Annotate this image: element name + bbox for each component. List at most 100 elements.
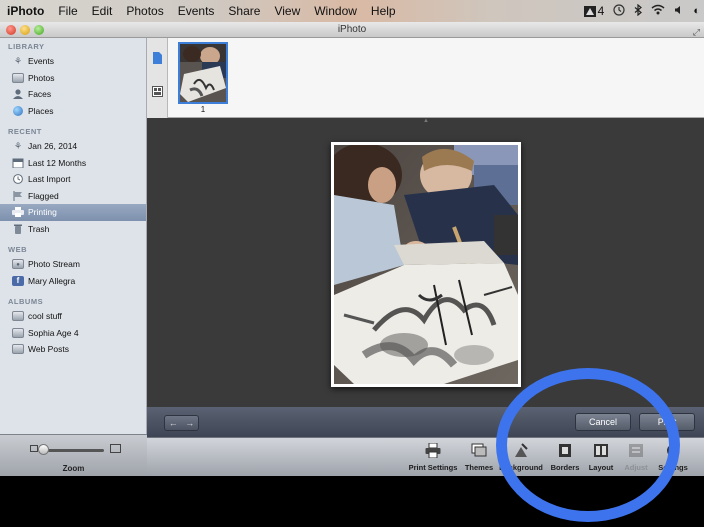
themes-icon (471, 443, 487, 458)
project-tool-strip (147, 38, 168, 118)
album-icon (12, 344, 24, 354)
facebook-icon: f (12, 275, 24, 286)
sidebar-item-sophia-age-4[interactable]: Sophia Age 4 (0, 325, 146, 342)
menu-edit[interactable]: Edit (85, 4, 120, 18)
bluetooth-icon[interactable] (634, 3, 643, 19)
sidebar-item-faces[interactable]: Faces (0, 86, 146, 103)
wifi-icon[interactable] (651, 4, 665, 18)
photos-icon (12, 72, 24, 83)
menu-file[interactable]: File (51, 4, 84, 18)
zoom-window-button[interactable] (34, 25, 44, 35)
sidebar-item-trash[interactable]: Trash (0, 221, 146, 238)
minimize-window-button[interactable] (20, 25, 30, 35)
sidebar-item-last-import[interactable]: Last Import (0, 171, 146, 188)
print-page[interactable] (331, 142, 521, 387)
page-navigation: ← → (164, 415, 199, 431)
sidebar-item-label: Trash (28, 223, 50, 234)
clock-icon (12, 174, 24, 184)
window-title: iPhoto (337, 24, 367, 35)
sidebar-item-label: Jan 26, 2014 (28, 141, 78, 152)
sidebar-item-label: Last 12 Months (28, 157, 87, 168)
print-photo[interactable] (334, 145, 518, 384)
volume-icon[interactable] (674, 4, 684, 18)
album-icon (12, 311, 24, 321)
sidebar-item-label: Mary Allegra (28, 275, 76, 286)
menu-help[interactable]: Help (364, 4, 403, 18)
app-menu[interactable]: iPhoto (0, 4, 51, 18)
zoom-label: Zoom (62, 464, 85, 473)
sidebar-item-flagged[interactable]: Flagged (0, 188, 146, 205)
sidebar-item-label: Sophia Age 4 (28, 327, 79, 338)
window-title-bar: iPhoto ⤢ (0, 22, 704, 38)
resize-grip-icon[interactable]: ▲ (423, 118, 429, 124)
thumbnail-image (180, 44, 226, 102)
themes-button[interactable]: Themes (461, 438, 497, 477)
thumbnail-page-number: 1 (200, 105, 206, 114)
sidebar-item-label: cool stuff (28, 311, 62, 322)
previous-page-icon[interactable]: ← (165, 416, 182, 430)
print-settings-button[interactable]: Print Settings (403, 438, 463, 477)
menu-window[interactable]: Window (307, 4, 364, 18)
trash-icon (12, 224, 24, 234)
layout-pages-icon[interactable] (152, 86, 163, 97)
toolbar-label: Themes (464, 463, 494, 472)
sidebar-item-printing[interactable]: Printing (0, 204, 146, 221)
filmstrip: 1 (168, 38, 704, 118)
section-heading-library: LIBRARY (8, 42, 45, 51)
zoom-in-icon[interactable] (110, 444, 121, 453)
sidebar-item-events[interactable]: ⚘ Events (0, 53, 146, 70)
close-window-button[interactable] (6, 25, 16, 35)
sidebar-item-jan-26-2014[interactable]: ⚘ Jan 26, 2014 (0, 138, 146, 155)
zoom-slider-knob[interactable] (38, 444, 49, 455)
annotation-highlight-circle (496, 368, 680, 522)
status-area: 4 ◐ (583, 0, 704, 22)
time-machine-icon[interactable] (613, 3, 625, 19)
toolbar-label: Print Settings (408, 463, 458, 472)
sidebar-item-label: Printing (28, 207, 57, 218)
menu-bar: iPhoto File Edit Photos Events Share Vie… (0, 0, 704, 22)
section-heading-recent: RECENT (8, 127, 42, 136)
adobe-icon[interactable]: 4 (583, 4, 605, 18)
sidebar-item-places[interactable]: Places (0, 103, 146, 120)
palm-tree-icon: ⚘ (13, 56, 23, 66)
sidebar-item-label: Events (28, 56, 54, 67)
menu-extra-icon[interactable]: ◐ (693, 5, 700, 17)
sidebar-item-cool-stuff[interactable]: cool stuff (0, 308, 146, 325)
globe-icon (13, 105, 23, 116)
sidebar-item-label: Web Posts (28, 344, 69, 355)
sidebar-item-label: Flagged (28, 190, 59, 201)
menu-events[interactable]: Events (171, 4, 222, 18)
badge-count: 4 (597, 4, 605, 18)
sidebar-item-label: Faces (28, 89, 52, 100)
palm-tree-icon: ⚘ (13, 141, 23, 151)
calendar-icon (12, 158, 24, 168)
sidebar-item-photos[interactable]: Photos (0, 70, 146, 87)
photo-stream-icon: ● (12, 259, 24, 269)
sidebar-item-last-12-months[interactable]: Last 12 Months (0, 155, 146, 172)
printer-icon (425, 442, 441, 459)
sidebar-item-photo-stream[interactable]: ● Photo Stream (0, 256, 146, 273)
zoom-control-bar: Zoom (0, 434, 147, 476)
document-icon[interactable] (152, 52, 163, 64)
flag-icon (12, 190, 24, 201)
source-list-sidebar: LIBRARY ⚘ Events Photos Faces Places REC… (0, 38, 147, 434)
sidebar-item-label: Photos (28, 72, 55, 83)
sidebar-item-mary-allegra[interactable]: f Mary Allegra (0, 273, 146, 290)
photo-image (334, 145, 518, 384)
album-icon (12, 327, 24, 338)
sidebar-item-label: Last Import (28, 174, 71, 185)
zoom-out-icon[interactable] (30, 445, 38, 452)
zoom-slider-track[interactable] (42, 449, 104, 452)
sidebar-item-label: Places (28, 105, 54, 116)
printer-icon (12, 207, 24, 217)
section-heading-web: WEB (8, 245, 27, 254)
faces-icon (12, 89, 24, 99)
next-page-icon[interactable]: → (182, 416, 199, 430)
print-preview-canvas: ▲ (147, 118, 704, 407)
menu-view[interactable]: View (267, 4, 307, 18)
sidebar-item-web-posts[interactable]: Web Posts (0, 341, 146, 358)
photo-thumbnail[interactable] (178, 42, 228, 104)
menu-share[interactable]: Share (221, 4, 267, 18)
sidebar-item-label: Photo Stream (28, 259, 80, 270)
menu-photos[interactable]: Photos (119, 4, 170, 18)
